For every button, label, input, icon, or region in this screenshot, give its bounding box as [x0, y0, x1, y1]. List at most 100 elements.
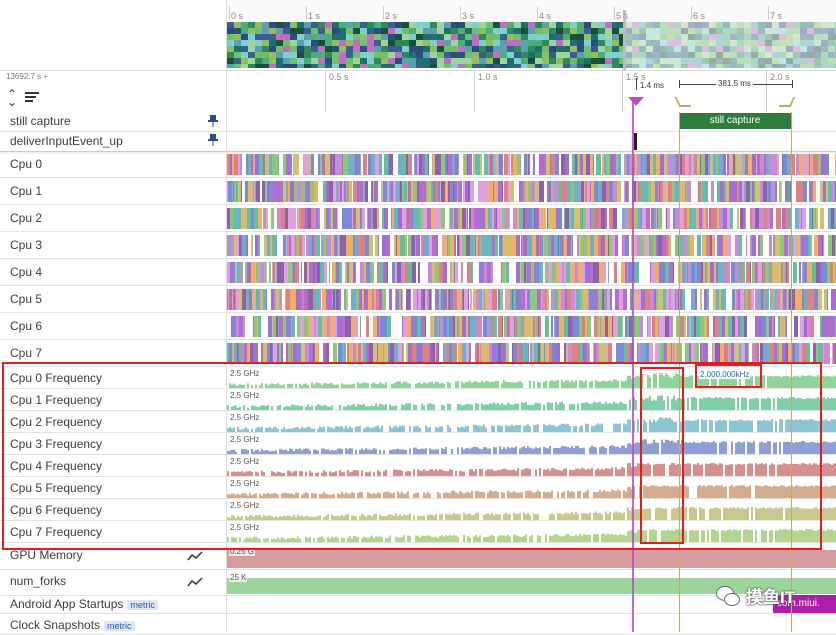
cpu-slice — [528, 235, 532, 256]
overview-heat-cell — [395, 58, 402, 64]
frequency-bar — [827, 397, 829, 411]
area-marker-left[interactable] — [675, 97, 692, 107]
cpu-slice — [333, 154, 335, 175]
cpu-slice — [707, 262, 710, 283]
cpu-slice — [575, 289, 576, 310]
cpu-slice — [402, 289, 403, 310]
pinned-track-deliver-input[interactable]: deliverInputEvent_up — [0, 131, 836, 152]
track-cpu-3[interactable]: Cpu 3 — [0, 232, 836, 259]
cpu-slice — [320, 208, 324, 229]
overview-heatmap-unselected[interactable] — [625, 22, 836, 68]
cpu-slices[interactable] — [227, 154, 836, 175]
cpu-slice — [635, 235, 637, 256]
pinned-track-still-capture[interactable]: still capture still capture — [0, 112, 836, 132]
cpu-slice — [326, 181, 329, 202]
cpu-slice — [717, 181, 720, 202]
overview-heat-cell — [660, 58, 667, 64]
cpu-slice — [342, 181, 344, 202]
cpu-slice — [324, 262, 327, 283]
cpu-slice — [322, 154, 325, 175]
track-cpu-2[interactable]: Cpu 2 — [0, 205, 836, 232]
cpu-slice — [803, 262, 807, 283]
track-cpu-4[interactable]: Cpu 4 — [0, 259, 836, 286]
cpu-slice — [227, 262, 230, 283]
cpu-slice — [521, 262, 524, 283]
cpu-slice — [367, 289, 368, 310]
cpu-slice — [497, 208, 498, 229]
overview-heat-cell — [353, 58, 360, 64]
cpu-slice — [501, 262, 502, 283]
pin-icon[interactable] — [208, 134, 218, 146]
cpu-slice — [310, 181, 314, 202]
cpu-slice — [682, 235, 683, 256]
overview-heat-cell — [716, 28, 723, 34]
cpu-slice — [690, 235, 694, 256]
input-event-slice[interactable] — [634, 133, 637, 150]
pin-icon[interactable] — [208, 115, 218, 127]
track-cpu-0[interactable]: Cpu 0 — [0, 151, 836, 178]
cpu-slices[interactable] — [227, 343, 836, 364]
cpu-slice — [453, 316, 455, 337]
cpu-slices[interactable] — [227, 316, 836, 337]
overview-heat-cell — [612, 46, 619, 52]
cpu-slice — [559, 154, 561, 175]
track-cpu-5[interactable]: Cpu 5 — [0, 286, 836, 313]
cpu-slice — [277, 343, 279, 364]
cpu-slice — [615, 289, 619, 310]
track-label: Cpu 7 — [10, 346, 42, 360]
cpu-slice — [398, 208, 402, 229]
overview-heat-cell — [605, 34, 612, 40]
cpu-slice — [413, 181, 417, 202]
cpu-slice — [613, 154, 616, 175]
cpu-slice — [301, 343, 305, 364]
cpu-slices[interactable] — [227, 262, 836, 283]
overview-heatmap[interactable] — [227, 22, 625, 68]
cpu-slice — [716, 262, 718, 283]
cpu-slice — [468, 181, 470, 202]
cpu-slice — [301, 208, 305, 229]
cpu-slice — [450, 235, 454, 256]
still-capture-slice[interactable]: still capture — [679, 113, 791, 129]
cpu-slice — [233, 181, 234, 202]
area-marker-right[interactable] — [779, 97, 796, 107]
cpu-slice — [422, 343, 423, 364]
overview-panel[interactable]: 0 s1 s2 s3 s4 s5 s6 s7 s — [0, 0, 836, 71]
cpu-slice — [411, 316, 413, 337]
cpu-slice — [731, 235, 732, 256]
cpu-slices[interactable] — [227, 235, 836, 256]
cpu-slice — [255, 208, 258, 229]
cpu-slice — [366, 343, 369, 364]
cpu-slice — [242, 181, 245, 202]
cpu-slice — [813, 343, 816, 364]
cpu-slices[interactable] — [227, 208, 836, 229]
cpu-slices[interactable] — [227, 181, 836, 202]
pinned-track-label: deliverInputEvent_up — [10, 134, 123, 148]
cpu-slice — [564, 181, 567, 202]
sort-lines-icon[interactable] — [25, 92, 39, 102]
timeline-tick-line — [766, 70, 767, 112]
collapse-all-icon[interactable]: ⌃⌄ — [7, 90, 17, 106]
cpu-slice — [483, 208, 485, 229]
cpu-slice — [820, 262, 822, 283]
cpu-slice — [427, 235, 429, 256]
timeline-tick-line — [622, 70, 623, 112]
cpu-slice — [311, 343, 312, 364]
cpu-slice — [530, 316, 533, 337]
overview-heat-cell — [458, 58, 465, 64]
track-cpu-6[interactable]: Cpu 6 — [0, 313, 836, 340]
cpu-slice — [539, 262, 543, 283]
cpu-slice — [539, 154, 542, 175]
overview-window-left-handle[interactable] — [623, 10, 626, 70]
cpu-slice — [583, 289, 586, 310]
track-cpu-1[interactable]: Cpu 1 — [0, 178, 836, 205]
cpu-slice — [640, 235, 644, 256]
cpu-slice — [594, 181, 595, 202]
flag-marker-icon[interactable] — [628, 97, 644, 106]
overview-heat-cell — [325, 58, 332, 64]
cpu-slice — [524, 154, 527, 175]
cpu-slice — [509, 262, 513, 283]
cpu-slice — [548, 208, 552, 229]
cpu-slice — [484, 235, 488, 256]
cpu-slice — [441, 208, 445, 229]
cpu-slices[interactable] — [227, 289, 836, 310]
